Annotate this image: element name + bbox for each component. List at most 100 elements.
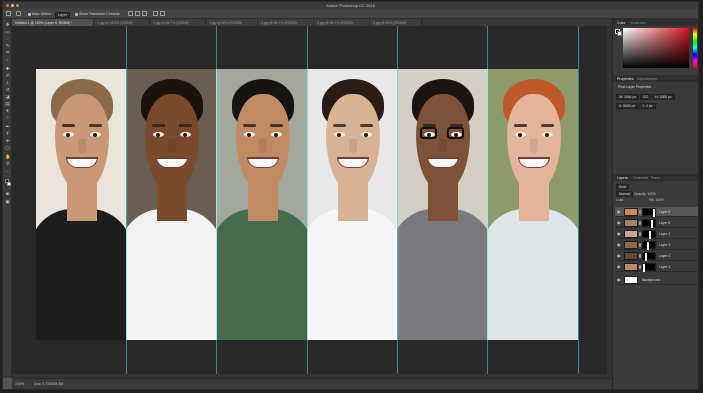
layer-row-background[interactable]: ◉ Background <box>615 275 698 285</box>
opacity-control[interactable]: Opacity: 100% <box>634 192 656 196</box>
move-tool-icon[interactable]: ✥ <box>5 22 10 27</box>
tab-color[interactable]: Color <box>617 21 626 25</box>
home-icon[interactable] <box>6 11 11 16</box>
guide-line[interactable] <box>307 26 308 378</box>
tab-layers[interactable]: Layers <box>617 176 628 180</box>
eraser-tool-icon[interactable]: ◪ <box>5 94 10 99</box>
y-field[interactable]: Y: 0 px <box>639 103 656 109</box>
crop-tool-icon[interactable]: ⌗ <box>5 50 10 55</box>
mask-link-icon[interactable] <box>639 254 641 258</box>
tab-5-jpg[interactable]: 5.jpg @ 66.7% (RGB/8) <box>314 19 370 26</box>
history-brush-tool-icon[interactable]: ↺ <box>5 87 10 92</box>
tab-adjustments[interactable]: Adjustments <box>637 77 657 81</box>
more-tools-icon[interactable]: ⋯ <box>5 169 10 174</box>
tab-1-jpg[interactable]: 1.jpg @ 33.3% (RGB/8) <box>94 19 150 26</box>
show-transform-checkbox[interactable]: Show Transform Controls <box>75 12 120 16</box>
layer-mask-thumbnail[interactable] <box>642 252 656 261</box>
layer-row[interactable]: ◉ Layer 4 <box>615 229 698 239</box>
layer-thumbnail[interactable] <box>624 252 638 260</box>
layer-row[interactable]: ◉ Layer 5 <box>615 218 698 228</box>
visibility-eye-icon[interactable]: ◉ <box>617 221 621 225</box>
guide-line[interactable] <box>126 26 127 378</box>
fill-control[interactable]: Fill: 100% <box>649 198 664 202</box>
link-toggle[interactable]: GO <box>640 94 652 100</box>
height-field[interactable]: H: 1500 px <box>652 94 675 100</box>
layer-name[interactable]: Layer 4 <box>659 232 670 236</box>
distribute-icon[interactable] <box>153 11 158 16</box>
quick-select-tool-icon[interactable]: ✎ <box>5 43 10 48</box>
layer-mask-thumbnail[interactable] <box>642 219 656 228</box>
auto-select-checkbox[interactable]: Auto-Select: <box>28 12 52 16</box>
path-selection-tool-icon[interactable]: ➤ <box>5 138 10 143</box>
hue-slider[interactable] <box>693 28 697 68</box>
layer-name[interactable]: Background <box>642 278 660 282</box>
marquee-tool-icon[interactable]: ▭ <box>5 29 10 34</box>
align-right-icon[interactable] <box>142 11 147 16</box>
layer-mask-thumbnail[interactable] <box>642 241 656 250</box>
layer-name[interactable]: Layer 5 <box>659 221 670 225</box>
tab-4-jpg[interactable]: 4.jpg @ 66.7% (RGB/8) <box>258 19 314 26</box>
zoom-tool-icon[interactable]: ⚲ <box>5 161 10 166</box>
quick-mask-icon[interactable]: ◙ <box>5 191 10 196</box>
layer-row[interactable]: ◉ Layer 6 <box>615 207 698 217</box>
mask-link-icon[interactable] <box>639 243 641 247</box>
layer-thumbnail[interactable] <box>624 241 638 249</box>
tab-paths[interactable]: Paths <box>651 176 660 180</box>
align-left-icon[interactable] <box>128 11 133 16</box>
layer-thumbnail[interactable] <box>624 276 638 284</box>
blur-tool-icon[interactable]: ● <box>5 108 10 113</box>
tab-properties[interactable]: Properties <box>617 77 633 81</box>
screen-mode-icon[interactable]: ▣ <box>5 199 10 204</box>
hand-tool-icon[interactable]: ✋ <box>5 154 11 159</box>
move-tool-icon[interactable] <box>16 11 21 16</box>
guide-line[interactable] <box>397 26 398 378</box>
layer-row[interactable]: ◉ Layer 2 <box>615 251 698 261</box>
gradient-tool-icon[interactable]: ▤ <box>5 101 10 106</box>
layer-mask-thumbnail[interactable] <box>642 208 656 217</box>
layer-mask-thumbnail[interactable] <box>642 263 656 272</box>
layer-name[interactable]: Layer 2 <box>659 254 670 258</box>
background-color-swatch[interactable] <box>7 182 11 186</box>
tab-swatches[interactable]: Swatches <box>630 21 646 25</box>
tab-2-jpg[interactable]: 2.jpg @ 66.7% (RGB/8) <box>150 19 206 26</box>
mask-link-icon[interactable] <box>639 265 641 269</box>
visibility-eye-icon[interactable]: ◉ <box>617 243 621 247</box>
type-tool-icon[interactable]: T <box>5 131 10 136</box>
layer-row[interactable]: ◉ Layer 1 <box>615 262 698 272</box>
eyedropper-tool-icon[interactable]: ⁄ <box>5 57 10 62</box>
lasso-tool-icon[interactable]: ◌ <box>5 36 10 41</box>
x-field[interactable]: X: 5000 px <box>616 103 639 109</box>
clone-stamp-tool-icon[interactable]: ⊥ <box>5 80 10 85</box>
layer-name[interactable]: Layer 6 <box>659 210 670 214</box>
pen-tool-icon[interactable]: ✒ <box>5 124 10 129</box>
layer-thumbnail[interactable] <box>624 263 638 271</box>
visibility-eye-icon[interactable]: ◉ <box>617 278 621 282</box>
layer-thumbnail[interactable] <box>624 219 638 227</box>
brush-tool-icon[interactable]: ✐ <box>5 73 10 78</box>
auto-select-target-dropdown[interactable]: Layer <box>55 12 70 18</box>
layer-mask-thumbnail[interactable] <box>642 230 656 239</box>
guide-line[interactable] <box>578 26 579 378</box>
tab-6-jpg[interactable]: 6.jpg @ 50% (RGB/8) <box>370 19 422 26</box>
layer-thumbnail[interactable] <box>624 208 638 216</box>
layer-name[interactable]: Layer 1 <box>659 265 670 269</box>
mask-link-icon[interactable] <box>639 210 641 214</box>
visibility-eye-icon[interactable]: ◉ <box>617 232 621 236</box>
healing-brush-tool-icon[interactable]: ✚ <box>5 66 10 71</box>
guide-line[interactable] <box>487 26 488 378</box>
mask-link-icon[interactable] <box>639 221 641 225</box>
color-picker-field[interactable] <box>623 28 689 68</box>
document-workspace[interactable] <box>12 26 612 378</box>
zoom-level[interactable]: 100% <box>15 382 24 386</box>
visibility-eye-icon[interactable]: ◉ <box>617 265 621 269</box>
visibility-eye-icon[interactable]: ◉ <box>617 254 621 258</box>
layer-name[interactable]: Layer 3 <box>659 243 670 247</box>
layer-thumbnail[interactable] <box>624 230 638 238</box>
kind-filter-dropdown[interactable]: Kind <box>616 184 629 190</box>
guide-line[interactable] <box>216 26 217 378</box>
tab-untitled[interactable]: Untitled-1 @ 100% (Layer 6, RGB/8) * <box>12 19 94 26</box>
tab-channels[interactable]: Channels <box>633 176 648 180</box>
dodge-tool-icon[interactable]: ◔ <box>5 115 10 120</box>
align-center-icon[interactable] <box>135 11 140 16</box>
blend-mode-dropdown[interactable]: Normal <box>616 191 633 197</box>
